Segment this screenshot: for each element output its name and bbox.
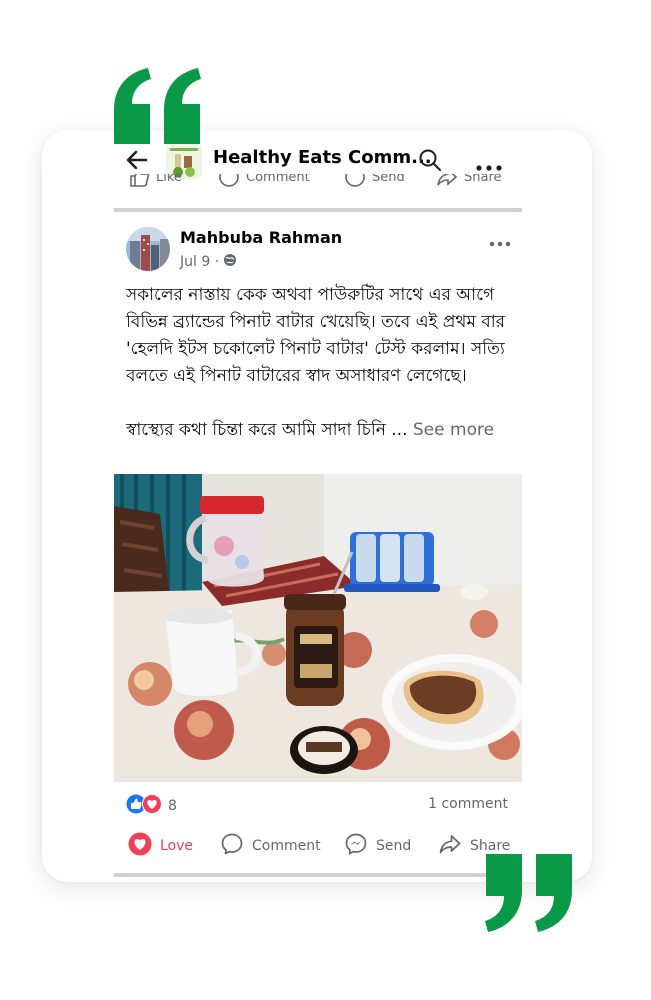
group-title[interactable]: Healthy Eats Comm...: [213, 147, 432, 168]
post-paragraph-1: সকালের নাস্তায় কেক অথবা পাউরুটির সাথে এ…: [126, 285, 506, 386]
post-date-text[interactable]: Jul 9 ·: [180, 254, 219, 270]
post-paragraph-2-text: স্বাস্থ্যের কথা চিন্তা করে আমি সাদা চিনি…: [126, 420, 408, 440]
share-icon: [437, 174, 458, 186]
previous-post-actions: Like Comment Send Share: [114, 174, 522, 194]
share-icon: [438, 832, 462, 860]
comment-count[interactable]: 1 comment: [428, 796, 508, 812]
close-quote-icon: [482, 850, 574, 938]
love-reaction-icon: [142, 794, 162, 818]
like-icon: [130, 174, 150, 187]
globe-icon: [223, 253, 237, 271]
author-name[interactable]: Mahbuba Rahman: [180, 228, 342, 247]
author-avatar[interactable]: [126, 227, 170, 271]
bottom-divider: [114, 873, 522, 877]
search-icon[interactable]: [418, 148, 442, 176]
messenger-icon: [344, 832, 368, 860]
post-date: Jul 9 ·: [180, 253, 237, 271]
reaction-count: 8: [168, 798, 177, 814]
post-more-icon[interactable]: [489, 232, 511, 251]
post-divider: [114, 208, 522, 212]
messenger-icon: [345, 174, 365, 187]
send-label: Send: [376, 838, 412, 854]
prev-comment-button[interactable]: Comment: [218, 174, 310, 188]
post-paragraph-2: স্বাস্থ্যের কথা চিন্তা করে আমি সাদা চিনি…: [126, 417, 518, 444]
love-button[interactable]: Love: [128, 832, 193, 860]
post-photo[interactable]: [114, 474, 522, 782]
reactions-summary[interactable]: 8: [126, 794, 177, 818]
post-actions: Love Comment Send Share: [114, 832, 522, 876]
send-button[interactable]: Send: [344, 832, 411, 860]
more-icon[interactable]: [476, 156, 502, 175]
prev-send-button[interactable]: Send: [344, 174, 405, 188]
post-body-text: সকালের নাস্তায় কেক অথবা পাউরুটির সাথে এ…: [126, 282, 518, 444]
prev-share-button[interactable]: Share: [436, 174, 502, 188]
see-more-link[interactable]: See more: [413, 420, 494, 440]
love-label: Love: [160, 838, 194, 854]
comment-label: Comment: [252, 838, 321, 854]
facebook-post-card: Healthy Eats Comm... Like Comment Send S…: [42, 130, 592, 882]
heart-icon: [128, 832, 152, 860]
comment-icon: [220, 832, 244, 860]
comment-button[interactable]: Comment: [220, 832, 321, 860]
open-quote-icon: [112, 66, 204, 154]
comment-icon: [219, 174, 239, 187]
prev-like-button[interactable]: Like: [128, 174, 182, 188]
